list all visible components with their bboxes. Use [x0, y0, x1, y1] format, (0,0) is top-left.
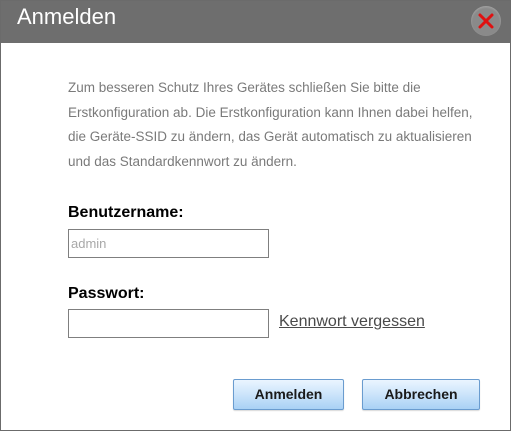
cancel-button[interactable]: Abbrechen	[362, 379, 480, 410]
dialog-title: Anmelden	[17, 4, 117, 29]
close-icon	[478, 13, 494, 29]
password-input[interactable]	[68, 309, 269, 338]
username-input[interactable]	[68, 229, 269, 258]
login-button[interactable]: Anmelden	[233, 379, 344, 410]
close-button[interactable]	[471, 6, 501, 36]
username-label: Benutzername:	[68, 204, 184, 221]
setup-info-text: Zum besseren Schutz Ihres Gerätes schlie…	[68, 80, 473, 169]
forgot-password-link[interactable]: Kennwort vergessen	[279, 313, 425, 331]
dialog-titlebar: Anmelden	[1, 1, 510, 43]
login-dialog: Anmelden Zum besseren Schutz Ihres Gerät…	[0, 0, 511, 431]
password-label: Passwort:	[68, 285, 145, 302]
